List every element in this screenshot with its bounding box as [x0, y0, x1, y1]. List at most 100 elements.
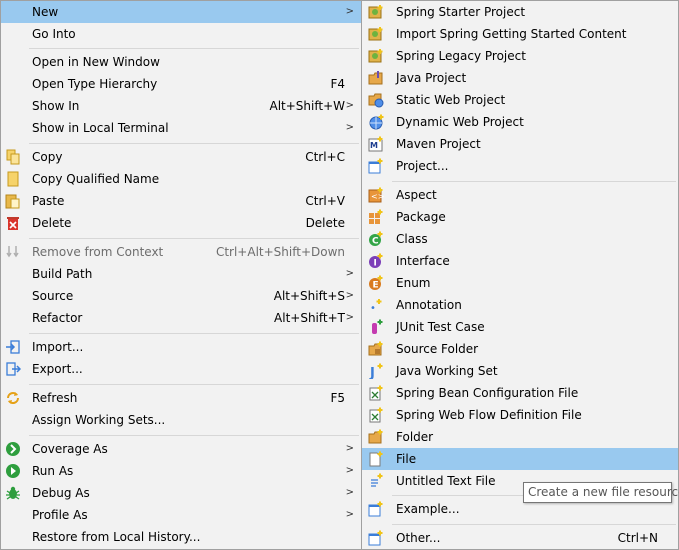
dynamic-web-project-icon	[368, 114, 384, 130]
menu-item-label: Interface	[396, 254, 450, 268]
submenu-item-source-folder[interactable]: Source Folder	[362, 338, 678, 360]
menu-item-label: Open in New Window	[32, 55, 160, 69]
menu-item-build-path[interactable]: Build Path >	[1, 263, 361, 285]
submenu-item-file[interactable]: File	[362, 448, 678, 470]
static-web-project-icon	[368, 92, 384, 108]
shortcut-label: Ctrl+C	[305, 150, 345, 164]
submenu-item-package[interactable]: Package	[362, 206, 678, 228]
menu-item-show-local-terminal[interactable]: Show in Local Terminal >	[1, 117, 361, 139]
menu-item-label: Run As	[32, 464, 74, 478]
submenu-item-class[interactable]: C Class	[362, 228, 678, 250]
submenu-item-interface[interactable]: I Interface	[362, 250, 678, 272]
menu-item-label: Refactor	[32, 311, 83, 325]
menu-item-label: Static Web Project	[396, 93, 506, 107]
menu-item-copy-qualified-name[interactable]: Copy Qualified Name	[1, 168, 361, 190]
menu-item-refresh[interactable]: Refresh F5	[1, 387, 361, 409]
menu-item-label: Refresh	[32, 391, 78, 405]
menu-item-label: Dynamic Web Project	[396, 115, 524, 129]
menu-item-run-as[interactable]: Run As >	[1, 460, 361, 482]
junit-icon	[368, 319, 384, 335]
folder-icon	[368, 429, 384, 445]
menu-item-label: Annotation	[396, 298, 462, 312]
submenu-arrow-icon: >	[345, 290, 354, 301]
menu-item-label: Spring Bean Configuration File	[396, 386, 579, 400]
submenu-item-spring-legacy-project[interactable]: Spring Legacy Project	[362, 45, 678, 67]
menu-item-new[interactable]: New >	[1, 1, 361, 23]
submenu-arrow-icon: >	[345, 487, 354, 498]
menu-item-label: New	[32, 5, 59, 19]
menu-item-export[interactable]: Export...	[1, 358, 361, 380]
menu-item-refactor[interactable]: Refactor Alt+Shift+T >	[1, 307, 361, 329]
submenu-item-static-web-project[interactable]: Static Web Project	[362, 89, 678, 111]
menu-separator	[29, 238, 359, 239]
submenu-item-project[interactable]: Project...	[362, 155, 678, 177]
menu-separator	[29, 435, 359, 436]
menu-item-label: Delete	[32, 216, 72, 230]
menu-item-label: Spring Web Flow Definition File	[396, 408, 582, 422]
menu-item-label: Export...	[32, 362, 83, 376]
shortcut-label: Alt+Shift+W	[269, 99, 346, 113]
submenu-item-spring-starter-project[interactable]: Spring Starter Project	[362, 1, 678, 23]
menu-item-coverage-as[interactable]: Coverage As >	[1, 438, 361, 460]
submenu-item-aspect[interactable]: <> Aspect	[362, 184, 678, 206]
debug-bug-icon	[5, 485, 21, 501]
submenu-item-junit-test-case[interactable]: JUnit Test Case	[362, 316, 678, 338]
menu-item-label: Assign Working Sets...	[32, 413, 166, 427]
menu-item-paste[interactable]: Paste Ctrl+V	[1, 190, 361, 212]
menu-item-label: Profile As	[32, 508, 88, 522]
shortcut-label: Ctrl+Alt+Shift+Down	[215, 245, 345, 259]
menu-item-open-new-window[interactable]: Open in New Window	[1, 51, 361, 73]
menu-item-label: Maven Project	[396, 137, 481, 151]
package-icon	[368, 209, 384, 225]
menu-item-copy[interactable]: Copy Ctrl+C	[1, 146, 361, 168]
submenu-item-folder[interactable]: Folder	[362, 426, 678, 448]
menu-item-debug-as[interactable]: Debug As >	[1, 482, 361, 504]
copy-qualified-icon	[5, 171, 21, 187]
menu-item-profile-as[interactable]: Profile As >	[1, 504, 361, 526]
menu-item-go-into[interactable]: Go Into	[1, 23, 361, 45]
menu-item-assign-working-sets[interactable]: Assign Working Sets...	[1, 409, 361, 431]
delete-icon	[5, 215, 21, 231]
menu-separator	[29, 48, 359, 49]
menu-item-open-type-hierarchy[interactable]: Open Type Hierarchy F4	[1, 73, 361, 95]
submenu-arrow-icon: >	[345, 312, 354, 323]
other-wizard-icon	[368, 530, 384, 546]
menu-item-source[interactable]: Source Alt+Shift+S >	[1, 285, 361, 307]
submenu-item-dynamic-web-project[interactable]: Dynamic Web Project	[362, 111, 678, 133]
menu-item-label: Remove from Context	[32, 245, 164, 259]
svg-text:<>: <>	[371, 192, 384, 201]
submenu-item-import-spring-getting-started[interactable]: Import Spring Getting Started Content	[362, 23, 678, 45]
submenu-item-annotation[interactable]: • Annotation	[362, 294, 678, 316]
context-menu: New > Go Into Open in New Window Open Ty…	[0, 0, 362, 550]
menu-item-label: Spring Starter Project	[396, 5, 526, 19]
spring-project-icon	[368, 48, 384, 64]
menu-separator	[29, 384, 359, 385]
shortcut-label: Delete	[305, 216, 345, 230]
menu-item-show-in[interactable]: Show In Alt+Shift+W >	[1, 95, 361, 117]
menu-item-restore-local-history[interactable]: Restore from Local History...	[1, 526, 361, 548]
menu-separator	[29, 333, 359, 334]
shortcut-label: Alt+Shift+S	[273, 289, 345, 303]
menu-item-label: Restore from Local History...	[32, 530, 201, 544]
spring-project-icon	[368, 26, 384, 42]
submenu-item-maven-project[interactable]: M Maven Project	[362, 133, 678, 155]
submenu-item-enum[interactable]: E Enum	[362, 272, 678, 294]
menu-item-label: Show in Local Terminal	[32, 121, 169, 135]
source-folder-icon	[368, 341, 384, 357]
submenu-item-other[interactable]: Other... Ctrl+N	[362, 527, 678, 549]
menu-separator	[392, 181, 676, 182]
menu-item-label: Other...	[396, 531, 441, 545]
menu-item-label: Enum	[396, 276, 431, 290]
menu-item-label: Go Into	[32, 27, 76, 41]
menu-item-import[interactable]: Import...	[1, 336, 361, 358]
submenu-arrow-icon: >	[345, 100, 354, 111]
submenu-item-java-working-set[interactable]: J Java Working Set	[362, 360, 678, 382]
menu-item-delete[interactable]: Delete Delete	[1, 212, 361, 234]
menu-item-label: Spring Legacy Project	[396, 49, 526, 63]
submenu-item-spring-bean-config-file[interactable]: Spring Bean Configuration File	[362, 382, 678, 404]
submenu-arrow-icon: >	[345, 465, 354, 476]
submenu-item-spring-webflow-file[interactable]: Spring Web Flow Definition File	[362, 404, 678, 426]
menu-item-label: Copy Qualified Name	[32, 172, 160, 186]
menu-separator	[392, 524, 676, 525]
submenu-item-java-project[interactable]: Java Project	[362, 67, 678, 89]
